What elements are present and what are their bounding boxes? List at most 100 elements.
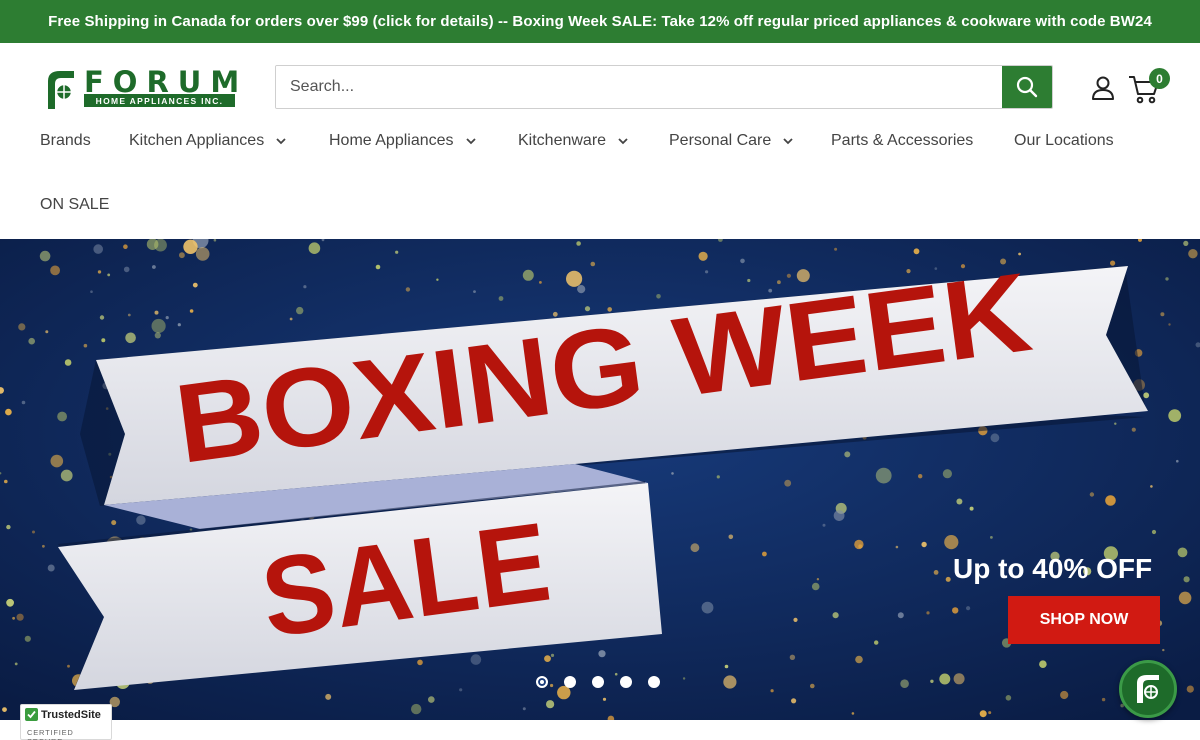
search-input[interactable] xyxy=(276,66,1004,108)
nav-item-kitchen-appliances[interactable]: Kitchen Appliances xyxy=(129,132,286,150)
confetti-dot xyxy=(966,606,971,611)
confetti-dot xyxy=(855,655,863,664)
forum-chat-icon xyxy=(1137,675,1159,703)
confetti-dot xyxy=(5,408,12,416)
chat-launcher-button[interactable] xyxy=(1119,660,1177,718)
nav-item-home-appliances[interactable]: Home Appliances xyxy=(329,132,476,150)
confetti-dot xyxy=(24,635,31,642)
confetti-dot xyxy=(671,472,674,475)
slider-dot-3[interactable] xyxy=(592,676,604,688)
confetti-dot xyxy=(18,323,26,331)
confetti-dot xyxy=(1177,547,1188,558)
confetti-dot xyxy=(874,640,879,645)
confetti-dot xyxy=(192,282,198,288)
confetti-dot xyxy=(979,710,987,718)
promo-bar-text[interactable]: Free Shipping in Canada for orders over … xyxy=(48,13,1152,30)
confetti-dot xyxy=(832,612,839,619)
confetti-dot xyxy=(473,290,476,293)
confetti-dot xyxy=(723,675,737,689)
slider-dot-2[interactable] xyxy=(564,676,576,688)
confetti-dot xyxy=(1165,277,1169,281)
nav-item-label: Brands xyxy=(40,132,91,149)
confetti-dot xyxy=(522,707,526,711)
confetti-dot xyxy=(45,330,49,334)
confetti-dot xyxy=(375,264,381,270)
confetti-dot xyxy=(969,506,974,511)
nav-item-on-sale[interactable]: ON SALE xyxy=(40,196,109,214)
cart-count-badge: 0 xyxy=(1149,68,1170,89)
account-button[interactable] xyxy=(1090,75,1116,101)
confetti-dot xyxy=(933,570,939,575)
confetti-dot xyxy=(895,545,899,549)
confetti-dot xyxy=(913,248,920,255)
confetti-dot xyxy=(546,700,555,709)
confetti-dot xyxy=(177,323,181,327)
confetti-dot xyxy=(590,261,596,267)
confetti-dot xyxy=(705,270,709,274)
nav-item-our-locations[interactable]: Our Locations xyxy=(1014,132,1114,150)
confetti-dot xyxy=(28,337,35,345)
confetti-dot xyxy=(956,498,963,505)
confetti-dot xyxy=(1005,695,1012,701)
confetti-dot xyxy=(123,244,128,249)
confetti-dot xyxy=(990,536,993,539)
chevron-down-icon xyxy=(276,138,286,145)
confetti-dot xyxy=(93,244,103,254)
confetti-dot xyxy=(436,278,439,281)
trustedsite-badge[interactable]: TrustedSite CERTIFIED SECURE xyxy=(20,704,112,740)
confetti-dot xyxy=(6,524,11,530)
nav-item-kitchenware[interactable]: Kitchenware xyxy=(518,132,628,150)
nav-item-label: Kitchenware xyxy=(518,132,607,149)
search-icon xyxy=(1016,76,1038,98)
hero-banner[interactable]: BOXING WEEK SALE Up to 40% OFF SHOP NOW xyxy=(0,239,1200,720)
forum-logo[interactable]: FORUM HOME APPLIANCES INC. xyxy=(44,65,239,111)
confetti-dot xyxy=(1178,591,1192,605)
confetti-dot xyxy=(1183,576,1190,583)
confetti-dot xyxy=(405,287,411,292)
confetti-dot xyxy=(811,582,820,591)
confetti-dot xyxy=(791,698,797,704)
confetti-dot xyxy=(97,270,102,274)
nav-item-parts-accessories[interactable]: Parts & Accessories xyxy=(831,132,973,150)
confetti-dot xyxy=(127,313,131,317)
confetti-dot xyxy=(498,296,504,301)
slider-dot-1[interactable] xyxy=(536,676,548,688)
confetti-dot xyxy=(50,265,60,276)
slider-dot-5[interactable] xyxy=(648,676,660,688)
confetti-dot xyxy=(1186,685,1194,693)
confetti-dot xyxy=(1168,409,1182,422)
search-button[interactable] xyxy=(1002,66,1052,108)
confetti-dot xyxy=(1143,392,1150,399)
confetti-dot xyxy=(921,541,927,548)
slider-dot-4[interactable] xyxy=(620,676,632,688)
confetti-dot xyxy=(189,309,194,313)
confetti-dot xyxy=(101,338,106,343)
confetti-dot xyxy=(1101,697,1106,702)
confetti-dot xyxy=(470,654,482,665)
logo-subtitle: HOME APPLIANCES INC. xyxy=(84,94,235,107)
nav-item-brands[interactable]: Brands xyxy=(40,132,91,150)
confetti-dot xyxy=(4,479,8,484)
confetti-dot xyxy=(1151,529,1157,535)
confetti-dot xyxy=(690,543,700,553)
confetti-dot xyxy=(1150,485,1153,488)
confetti-dot xyxy=(32,530,35,534)
confetti-dot xyxy=(942,469,953,479)
shop-now-button[interactable]: SHOP NOW xyxy=(1008,596,1160,644)
nav-item-personal-care[interactable]: Personal Care xyxy=(669,132,793,150)
confetti-dot xyxy=(550,653,555,657)
confetti-dot xyxy=(762,551,767,557)
confetti-dot xyxy=(411,703,422,715)
promo-bar[interactable]: Free Shipping in Canada for orders over … xyxy=(0,0,1200,43)
confetti-dot xyxy=(21,400,26,405)
confetti-dot xyxy=(682,677,686,680)
confetti-dot xyxy=(183,239,198,254)
user-icon xyxy=(1092,76,1114,100)
chevron-down-icon xyxy=(783,138,793,145)
confetti-dot xyxy=(303,285,307,289)
confetti-dot xyxy=(577,285,586,294)
confetti-dot xyxy=(1114,422,1117,425)
confetti-dot xyxy=(724,664,729,669)
confetti-dot xyxy=(459,688,463,692)
checkmark-icon xyxy=(25,708,38,721)
